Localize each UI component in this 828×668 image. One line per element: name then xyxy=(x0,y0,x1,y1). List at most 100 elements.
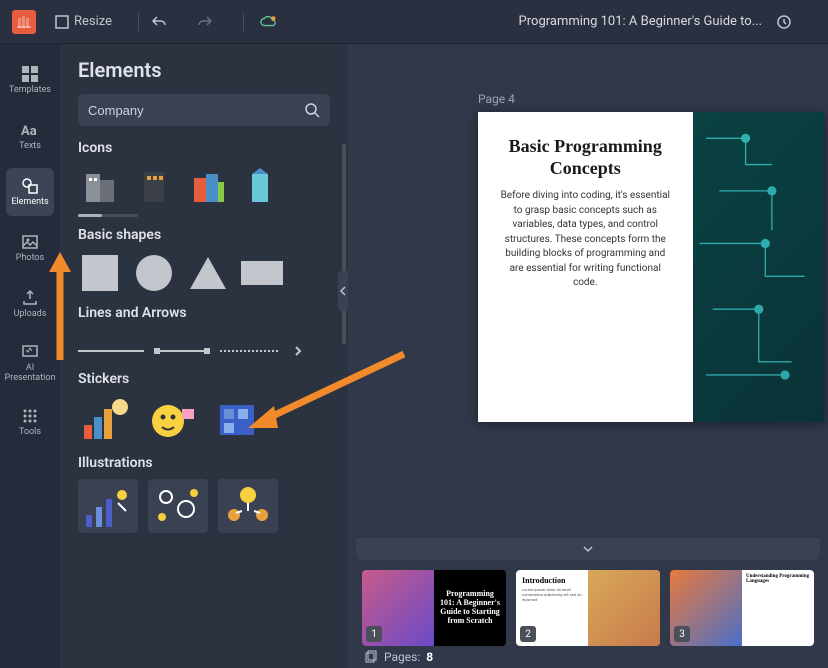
illustrations-row xyxy=(78,479,330,533)
sticker-puzzle[interactable] xyxy=(210,395,266,445)
thumb-title: Programming 101: A Beginner's Guide to S… xyxy=(434,586,506,629)
resize-icon xyxy=(54,14,70,30)
section-shapes: Basic shapes xyxy=(78,227,330,243)
search-input[interactable] xyxy=(88,103,304,118)
icon-building-1[interactable] xyxy=(78,164,122,208)
document-title[interactable]: Programming 101: A Beginner's Guide to..… xyxy=(519,14,762,29)
divider xyxy=(138,13,139,31)
thumb-page-2[interactable]: 2 IntroductionLorem ipsum dolor sit amet… xyxy=(516,570,660,646)
icon-building-3[interactable] xyxy=(186,164,230,208)
rail-elements[interactable]: Elements xyxy=(6,168,54,216)
slide-body: Before diving into coding, it's essentia… xyxy=(500,189,671,291)
rail-texts[interactable]: Aa Texts xyxy=(6,112,54,160)
top-bar: Resize Programming 101: A Beginner's Gui… xyxy=(0,0,828,44)
rail-label: Photos xyxy=(16,254,44,264)
stickers-row xyxy=(78,395,330,445)
rail-label: Tools xyxy=(19,428,41,438)
redo-button[interactable] xyxy=(191,10,223,34)
section-illustrations: Illustrations xyxy=(78,455,330,471)
thumb-title: Understanding Programming Languages xyxy=(746,574,810,584)
rail-templates[interactable]: Templates xyxy=(6,56,54,104)
slide-preview[interactable]: Basic Programming Concepts Before diving… xyxy=(478,112,824,422)
panel-title: Elements xyxy=(78,58,330,82)
slide-title: Basic Programming Concepts xyxy=(500,136,671,179)
slide-content: Basic Programming Concepts Before diving… xyxy=(478,112,693,422)
history-icon xyxy=(776,14,792,30)
line-endpoints[interactable] xyxy=(154,329,210,373)
icon-building-2[interactable] xyxy=(132,164,176,208)
text-icon: Aa xyxy=(21,121,39,139)
collapse-panel-button[interactable] xyxy=(338,271,348,311)
resize-button[interactable]: Resize xyxy=(48,10,118,34)
illustration-2[interactable] xyxy=(148,479,208,533)
thumb-page-1[interactable]: 1 Programming 101: A Beginner's Guide to… xyxy=(362,570,506,646)
rail-label: Uploads xyxy=(14,310,47,320)
illustration-1[interactable] xyxy=(78,479,138,533)
canvas-area: Page 4 Basic Programming Concepts Before… xyxy=(348,44,828,538)
undo-icon xyxy=(151,14,167,30)
rail-label: Elements xyxy=(11,198,48,208)
collapse-thumbs-button[interactable] xyxy=(356,538,820,560)
thumb-number: 1 xyxy=(366,626,382,642)
shape-rectangle[interactable] xyxy=(240,251,284,295)
icon-building-4[interactable] xyxy=(240,164,284,208)
sticker-chart[interactable] xyxy=(78,395,134,445)
page-label: Page 4 xyxy=(348,44,828,112)
line-dotted[interactable] xyxy=(220,329,278,373)
history-button[interactable] xyxy=(770,10,802,34)
rail-uploads[interactable]: Uploads xyxy=(6,280,54,328)
icons-scroll[interactable] xyxy=(78,214,138,217)
rail-photos[interactable]: Photos xyxy=(6,224,54,272)
pages-icon xyxy=(364,650,378,664)
chevron-down-icon xyxy=(582,544,594,554)
sync-status[interactable] xyxy=(254,10,286,34)
rail-label: Texts xyxy=(19,142,41,152)
rail-label: Templates xyxy=(9,86,51,96)
shapes-row xyxy=(78,251,330,295)
section-icons: Icons xyxy=(78,140,330,156)
shape-square[interactable] xyxy=(78,251,122,295)
pages-count: 8 xyxy=(426,650,433,664)
rail-ai-presentation[interactable]: AI Presentation xyxy=(6,336,54,390)
rail-label: AI Presentation xyxy=(5,364,56,384)
svg-text:Aa: Aa xyxy=(21,124,37,139)
shape-triangle[interactable] xyxy=(186,251,230,295)
thumbnails-row: 1 Programming 101: A Beginner's Guide to… xyxy=(348,560,828,656)
uploads-icon xyxy=(21,289,39,307)
section-stickers: Stickers xyxy=(78,371,330,387)
ai-icon xyxy=(21,343,39,361)
chevron-left-icon xyxy=(339,286,347,296)
redo-icon xyxy=(197,14,213,30)
search-box[interactable] xyxy=(78,94,330,126)
left-rail: Templates Aa Texts Elements Photos Uploa… xyxy=(0,44,60,668)
shape-circle[interactable] xyxy=(132,251,176,295)
rail-tools[interactable]: Tools xyxy=(6,398,54,446)
thumb-page-3[interactable]: 3 Understanding Programming Languages xyxy=(670,570,814,646)
elements-icon xyxy=(21,177,39,195)
bottom-strip: 1 Programming 101: A Beginner's Guide to… xyxy=(348,538,828,668)
undo-button[interactable] xyxy=(145,10,177,34)
search-icon xyxy=(304,102,320,118)
lines-row xyxy=(78,329,330,361)
sticker-emoji[interactable] xyxy=(144,395,200,445)
cloud-icon xyxy=(260,14,276,30)
tools-icon xyxy=(21,407,39,425)
line-solid[interactable] xyxy=(78,329,144,373)
resize-label: Resize xyxy=(74,14,112,29)
slide-image xyxy=(693,112,824,422)
icons-row xyxy=(78,164,330,208)
divider xyxy=(243,13,244,31)
chevron-right-icon[interactable] xyxy=(292,345,304,357)
templates-icon xyxy=(21,65,39,83)
thumb-number: 3 xyxy=(674,626,690,642)
illustration-3[interactable] xyxy=(218,479,278,533)
pages-label: Pages: xyxy=(384,650,420,664)
panel-scrollbar[interactable] xyxy=(342,144,346,344)
logo-icon xyxy=(16,14,32,30)
elements-panel: Elements Icons Basic shapes Lines and Ar… xyxy=(60,44,348,668)
circuit-graphic xyxy=(693,112,824,422)
pages-footer: Pages: 8 xyxy=(364,650,433,664)
app-logo[interactable] xyxy=(12,10,36,34)
thumb-title: Introduction xyxy=(522,576,582,585)
section-lines: Lines and Arrows xyxy=(78,305,330,321)
